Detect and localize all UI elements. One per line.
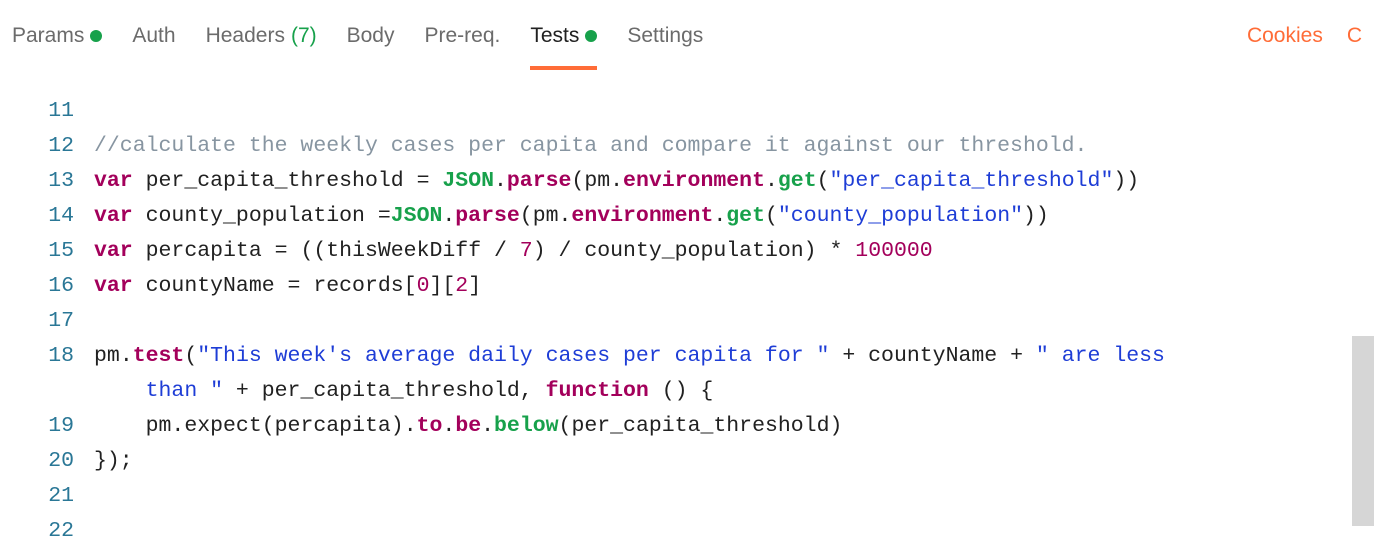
tab-body-label: Body [347,24,395,48]
line-number: 12 [18,129,94,164]
tab-auth[interactable]: Auth [132,24,175,70]
code-line: }); [94,444,1374,479]
tab-prereq[interactable]: Pre-req. [425,24,501,70]
line-number: 11 [18,94,94,129]
tab-tests[interactable]: Tests [530,24,597,70]
code-line: pm.expect(percapita).to.be.below(per_cap… [94,409,1374,444]
vertical-scrollbar-thumb[interactable] [1352,336,1374,526]
line-number: 19 [18,409,94,444]
request-tab-bar: Params Auth Headers (7) Body Pre-req. Te… [0,0,1374,78]
tabs-left-group: Params Auth Headers (7) Body Pre-req. Te… [12,24,1247,70]
code-line-wrap: than " + per_capita_threshold, function … [94,374,1374,409]
line-number: 22 [18,514,94,548]
line-number: 17 [18,304,94,339]
tabs-right-group: Cookies C [1247,24,1362,70]
line-number: 20 [18,444,94,479]
headers-count: (7) [291,24,317,48]
line-number: 14 [18,199,94,234]
code-line [94,304,1374,339]
tab-params-label: Params [12,24,84,48]
code-editor[interactable]: 11 12//calculate the weekly cases per ca… [18,94,1374,548]
code-line [94,94,1374,129]
cookies-link[interactable]: Cookies [1247,24,1323,48]
code-line [94,514,1374,548]
tab-params[interactable]: Params [12,24,102,70]
params-active-dot-icon [90,30,102,42]
line-number: 21 [18,479,94,514]
line-number: 15 [18,234,94,269]
code-line [94,479,1374,514]
code-line: var percapita = ((thisWeekDiff / 7) / co… [94,234,1374,269]
tab-prereq-label: Pre-req. [425,24,501,48]
code-line: var per_capita_threshold = JSON.parse(pm… [94,164,1374,199]
line-number: 18 [18,339,94,374]
line-number-wrap [18,374,94,409]
code-line: var county_population =JSON.parse(pm.env… [94,199,1374,234]
line-number: 13 [18,164,94,199]
code-link-truncated[interactable]: C [1347,24,1362,48]
tab-settings[interactable]: Settings [627,24,703,70]
tab-headers-label: Headers [206,24,285,48]
line-number: 16 [18,269,94,304]
tab-tests-label: Tests [530,24,579,48]
code-line: pm.test("This week's average daily cases… [94,339,1374,374]
tests-active-dot-icon [585,30,597,42]
tab-body[interactable]: Body [347,24,395,70]
code-line: var countyName = records[0][2] [94,269,1374,304]
tab-auth-label: Auth [132,24,175,48]
code-line: //calculate the weekly cases per capita … [94,129,1374,164]
tab-headers[interactable]: Headers (7) [206,24,317,70]
tab-settings-label: Settings [627,24,703,48]
